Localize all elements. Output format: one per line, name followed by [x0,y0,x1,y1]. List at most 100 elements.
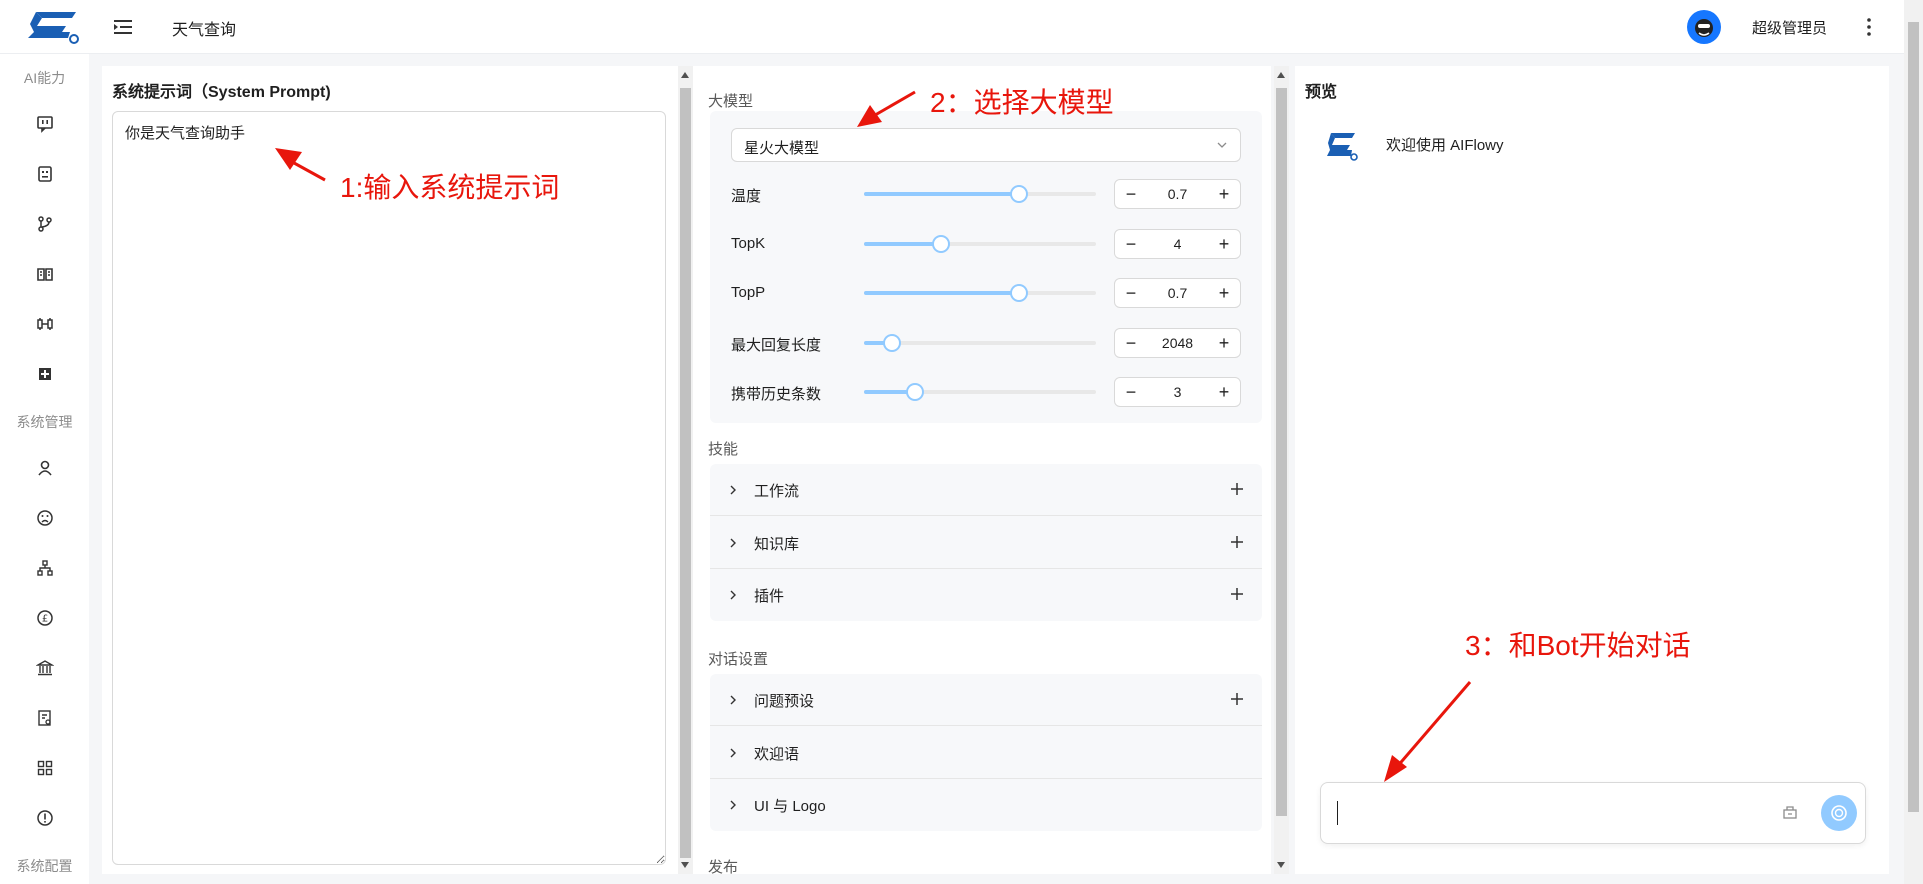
dialog-setting-row[interactable]: 问题预设 [710,674,1262,726]
attachment-icon[interactable] [1781,803,1799,821]
param-slider[interactable] [864,286,1096,300]
pound-icon[interactable]: £ [29,602,61,634]
chevron-right-icon[interactable] [728,799,738,811]
slider-handle[interactable] [908,385,923,399]
param-value-input[interactable] [1147,180,1208,208]
add-icon[interactable] [1228,480,1246,498]
chevron-right-icon[interactable] [728,747,738,759]
alert-icon[interactable] [29,802,61,834]
puzzle-icon[interactable] [29,358,61,390]
param-stepper[interactable]: −+ [1114,328,1241,358]
param-label: 最大回复长度 [731,337,822,354]
increment-button[interactable]: + [1208,378,1240,406]
sad-face-icon[interactable] [29,502,61,534]
dialog-section-label: 对话设置 [708,651,769,668]
skill-label: 插件 [754,588,785,605]
send-button[interactable] [1821,795,1857,831]
prompt-panel-title: 系统提示词（System Prompt) [112,84,331,101]
send-icon [1831,805,1847,821]
increment-button[interactable]: + [1208,230,1240,258]
add-icon[interactable] [1228,585,1246,603]
decrement-button[interactable]: − [1115,378,1147,406]
robot-icon[interactable] [29,158,61,190]
param-slider[interactable] [864,336,1096,350]
param-label: 温度 [731,188,762,205]
slider-handle[interactable] [933,237,948,251]
more-vertical-icon[interactable] [1862,13,1876,41]
param-value-input[interactable] [1147,279,1208,307]
dialog-setting-row[interactable]: UI 与 Logo [710,779,1262,831]
param-stepper[interactable]: −+ [1114,377,1241,407]
param-value-input[interactable] [1147,230,1208,258]
chat-input[interactable] [1320,782,1866,844]
increment-button[interactable]: + [1208,180,1240,208]
slider-handle[interactable] [884,336,899,350]
preview-panel-title: 预览 [1305,84,1338,101]
increment-button[interactable]: + [1208,279,1240,307]
scroll-thumb[interactable] [680,88,691,858]
org-tree-icon[interactable] [29,552,61,584]
avatar[interactable] [1687,10,1721,44]
aiflowy-logo[interactable] [26,10,82,44]
page-scrollbar[interactable] [1904,0,1923,884]
publish-section-label: 发布 [708,859,739,876]
param-slider[interactable] [864,385,1096,399]
param-value-input[interactable] [1147,378,1208,406]
apps-icon[interactable] [29,752,61,784]
user-icon[interactable] [29,452,61,484]
dialog-setting-row[interactable]: 欢迎语 [710,727,1262,779]
annotation-step2: 2：选择大模型 [930,87,1114,118]
page-title: 天气查询 [172,22,237,39]
chevron-right-icon[interactable] [728,484,738,496]
chevron-right-icon[interactable] [728,537,738,549]
audit-icon[interactable] [29,702,61,734]
config-scrollbar-right[interactable] [1274,66,1289,874]
scroll-down-arrow[interactable] [681,862,689,868]
param-slider[interactable] [864,237,1096,251]
slider-track-fill [864,242,941,246]
param-value-input[interactable] [1147,329,1208,357]
decrement-button[interactable]: − [1115,180,1147,208]
decrement-button[interactable]: − [1115,230,1147,258]
config-scrollbar-left[interactable] [678,66,693,874]
book-icon[interactable] [29,258,61,290]
welcome-message: 欢迎使用 AIFlowy [1386,137,1504,154]
chevron-down-icon [1217,142,1227,148]
scroll-up-arrow[interactable] [681,72,689,78]
param-stepper[interactable]: −+ [1114,278,1241,308]
skill-row[interactable]: 插件 [710,569,1262,621]
system-prompt-textarea[interactable] [112,111,666,865]
param-stepper[interactable]: −+ [1114,179,1241,209]
page-scroll-thumb[interactable] [1908,22,1919,812]
decrement-button[interactable]: − [1115,279,1147,307]
top-header: 天气查询 超级管理员 [0,0,1923,54]
dialog-setting-label: 问题预设 [754,693,815,710]
tv-icon[interactable] [29,108,61,140]
sidebar-group-config: 系统配置 [16,858,73,874]
scroll-down-arrow[interactable] [1277,862,1285,868]
menu-collapse-icon[interactable] [110,14,136,40]
param-label: TopK [731,235,766,252]
chevron-right-icon[interactable] [728,589,738,601]
plug-icon[interactable] [29,308,61,340]
scroll-thumb[interactable] [1276,88,1287,816]
model-select[interactable]: 星火大模型 [731,128,1241,162]
branch-icon[interactable] [29,208,61,240]
param-stepper[interactable]: −+ [1114,229,1241,259]
skills-collapse: 工作流 知识库插件 [710,464,1262,621]
bank-icon[interactable] [29,652,61,684]
add-icon[interactable] [1228,533,1246,551]
scroll-up-arrow[interactable] [1277,72,1285,78]
param-label: TopP [731,284,766,301]
skill-row[interactable]: 知识库 [710,517,1262,569]
user-name[interactable]: 超级管理员 [1752,17,1827,38]
decrement-button[interactable]: − [1115,329,1147,357]
chevron-right-icon[interactable] [728,694,738,706]
dialog-collapse: 问题预设欢迎语 UI 与 Logo [710,674,1262,831]
slider-track-fill [864,192,1020,196]
add-icon[interactable] [1228,690,1246,708]
dialog-setting-label: UI 与 Logo [754,798,826,815]
increment-button[interactable]: + [1208,329,1240,357]
param-slider[interactable] [864,187,1096,201]
skill-row[interactable]: 工作流 [710,464,1262,516]
